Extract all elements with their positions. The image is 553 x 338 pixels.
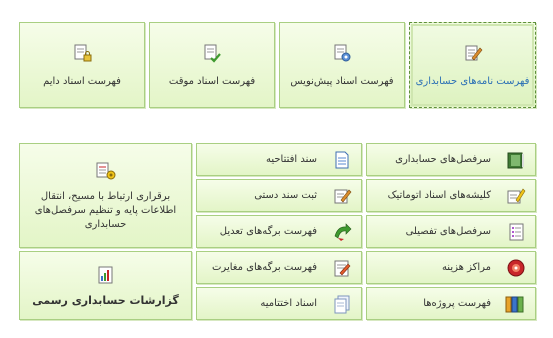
tile-adjustment-sheets[interactable]: فهرست برگه‌های تعدیل	[196, 215, 362, 248]
document-gear-icon	[331, 42, 353, 64]
tile-cost-centers[interactable]: مراکز هزینه	[366, 251, 536, 284]
tile-label: کلیشه‌های اسناد اتوماتیک	[387, 189, 491, 201]
tile-label: اسناد اختتامیه	[260, 297, 317, 309]
tile-manual-entry[interactable]: ثبت سند دستی	[196, 179, 362, 212]
document-lock-icon	[71, 42, 93, 64]
document-pencil-icon	[462, 42, 484, 64]
discrepancy-sheet-icon	[331, 257, 353, 279]
tile-project-list[interactable]: فهرست پروژه‌ها	[366, 287, 536, 320]
report-chart-icon	[95, 264, 117, 286]
project-binders-icon	[505, 293, 527, 315]
tile-accounting-letters[interactable]: فهرست نامه‌های حسابداری	[409, 22, 536, 108]
ledger-book-icon	[505, 149, 527, 171]
tile-label: فهرست اسناد پیش‌نویس	[290, 75, 394, 87]
tile-label: فهرست برگه‌های مغایرت	[212, 261, 317, 273]
opening-document-icon	[331, 149, 353, 171]
template-pen-icon	[505, 185, 527, 207]
tile-label: فهرست برگه‌های تعدیل	[219, 225, 317, 237]
tile-closing-documents[interactable]: اسناد اختتامیه	[196, 287, 362, 320]
tile-label: مراکز هزینه	[441, 261, 491, 273]
tile-permanent-documents[interactable]: فهرست اسناد دایم	[19, 22, 145, 108]
tile-draft-documents[interactable]: فهرست اسناد پیش‌نویس	[279, 22, 405, 108]
tile-detailed-accounts[interactable]: سرفصل‌های تفصیلی	[366, 215, 536, 248]
tile-label: فهرست پروژه‌ها	[423, 297, 491, 309]
tile-label: سرفصل‌های تفصیلی	[405, 225, 491, 237]
document-check-icon	[201, 42, 223, 64]
cost-center-icon	[505, 257, 527, 279]
data-transfer-icon	[95, 160, 117, 182]
tile-chart-of-accounts[interactable]: سرفصل‌های حسابداری	[366, 143, 536, 176]
tile-temporary-documents[interactable]: فهرست اسناد موقت	[149, 22, 275, 108]
tile-label: ثبت سند دستی	[254, 189, 317, 201]
closing-documents-icon	[331, 293, 353, 315]
tile-label: برقراری ارتباط با مسیح، انتقال اطلاعات پ…	[34, 190, 177, 230]
tile-label: فهرست نامه‌های حسابداری	[415, 75, 530, 87]
tile-label: سرفصل‌های حسابداری	[395, 153, 491, 165]
tile-data-transfer[interactable]: برقراری ارتباط با مسیح، انتقال اطلاعات پ…	[19, 143, 192, 248]
tile-official-reports[interactable]: گزارشات حسابداری رسمی	[19, 251, 192, 320]
tile-opening-document[interactable]: سند افتتاحیه	[196, 143, 362, 176]
tile-label: سند افتتاحیه	[265, 153, 317, 165]
adjustment-arrow-icon	[331, 221, 353, 243]
tile-automatic-templates[interactable]: کلیشه‌های اسناد اتوماتیک	[366, 179, 536, 212]
manual-entry-icon	[331, 185, 353, 207]
tile-label: فهرست اسناد موقت	[168, 75, 256, 87]
detail-list-icon	[505, 221, 527, 243]
tile-discrepancy-sheets[interactable]: فهرست برگه‌های مغایرت	[196, 251, 362, 284]
tile-label: فهرست اسناد دایم	[43, 75, 121, 87]
tile-label: گزارشات حسابداری رسمی	[32, 293, 179, 307]
